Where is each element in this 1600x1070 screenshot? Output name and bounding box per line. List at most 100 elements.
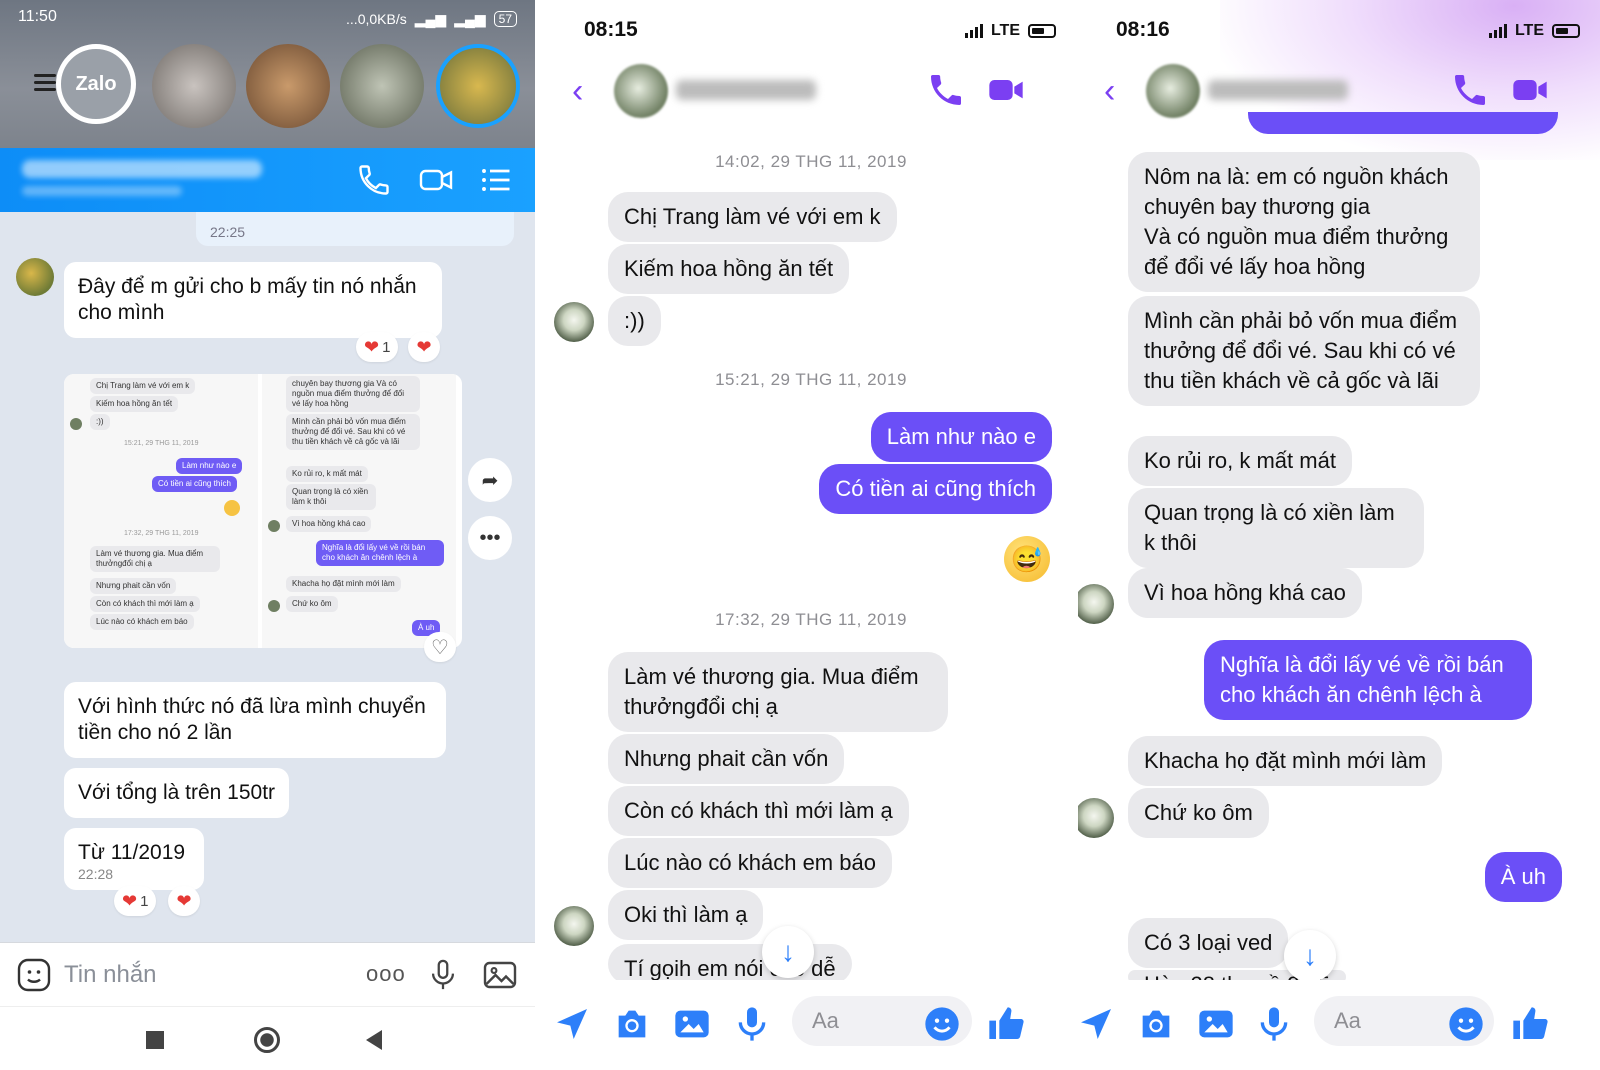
received-message[interactable]: Vì hoa hồng khá cao (1128, 568, 1362, 618)
received-message[interactable]: Ko rủi ro, k mất mát (1128, 436, 1352, 486)
message-bubble-with-time[interactable]: Từ 11/2019 22:28 (64, 828, 204, 890)
status-indicators: LTE (964, 22, 1056, 40)
status-time: 08:15 (584, 18, 638, 41)
emoji-icon[interactable] (922, 1004, 962, 1044)
signal-icon (1488, 24, 1507, 38)
microphone-icon[interactable] (426, 957, 460, 993)
received-message[interactable]: Còn có khách thì mới làm ạ (608, 786, 909, 836)
send-location-icon[interactable] (1078, 1004, 1116, 1044)
received-message[interactable]: Nôm na là: em có nguồn khách chuyên bay … (1128, 152, 1480, 292)
messenger-chat-panel-2: 08:16 LTE ‹ Nôm na là: em có nguồn khách… (1078, 0, 1600, 1070)
back-chevron-icon[interactable]: ‹ (572, 72, 583, 111)
previous-sent-message-edge (1248, 112, 1558, 134)
status-time: 08:16 (1116, 18, 1170, 41)
composer-bar: Aa (546, 980, 1076, 1070)
zalo-top-bar: 11:50 ...0,0KB/s ▂▄▆ ▂▄▆ 57 Zalo (0, 0, 535, 148)
story-avatar[interactable] (246, 44, 330, 128)
received-message[interactable]: Mình cần phải bỏ vốn mua điểm thưởng để … (1128, 296, 1480, 406)
received-message[interactable]: Chị Trang làm vé với em k (608, 192, 897, 242)
more-icon[interactable]: ooo (366, 961, 406, 987)
contact-avatar-small[interactable] (1078, 584, 1114, 624)
received-message[interactable]: Có 3 loại ved (1128, 918, 1289, 968)
story-avatar[interactable] (340, 44, 424, 128)
react-heart-button[interactable]: ❤ (408, 332, 440, 362)
signal-icon: ▂▄▆ (414, 10, 447, 27)
heart-icon: ❤ (176, 890, 192, 911)
message-bubble[interactable]: Với hình thức nó đã lừa mình chuyển tiền… (64, 682, 446, 758)
sent-message[interactable]: Làm như nào e (870, 412, 1052, 462)
send-location-icon[interactable] (552, 1004, 592, 1044)
phone-icon[interactable] (356, 162, 392, 198)
sent-message[interactable]: À uh (1484, 852, 1562, 902)
received-message[interactable]: Oki thì làm ạ (608, 890, 764, 940)
story-avatar[interactable] (152, 44, 236, 128)
sent-message[interactable]: Có tiền ai cũng thích (819, 464, 1052, 514)
scroll-down-arrow-icon[interactable]: ↓ (1284, 930, 1336, 982)
received-message[interactable]: Khacha họ đặt mình mới làm (1128, 736, 1443, 786)
image-attachment-grid[interactable]: Chị Trang làm vé với em k Kiếm hoa hồng … (64, 374, 462, 648)
phone-icon[interactable] (926, 70, 966, 110)
contact-status-redacted (22, 186, 182, 196)
battery-icon (1552, 24, 1580, 38)
camera-icon[interactable] (612, 1004, 652, 1044)
video-call-icon[interactable] (986, 70, 1026, 110)
avatar (268, 520, 280, 532)
react-heart-button[interactable]: ❤ (168, 886, 200, 916)
signal-icon (964, 24, 983, 38)
contact-avatar[interactable] (1146, 64, 1200, 118)
more-options-icon[interactable]: ••• (468, 516, 512, 560)
sent-message[interactable]: Nghĩa là đổi lấy vé về rồi bán cho khách… (1204, 640, 1532, 720)
message-time: 22:28 (78, 866, 114, 882)
video-call-icon[interactable] (418, 162, 454, 198)
message-input[interactable]: Tin nhắn (64, 961, 157, 989)
phone-icon[interactable] (1450, 70, 1490, 110)
list-menu-icon[interactable] (478, 162, 514, 198)
attached-screenshot-2[interactable]: chuyên bay thương gia Và có nguồn mua đi… (262, 374, 456, 648)
message-bubble[interactable]: Với tổng là trên 150tr (64, 768, 290, 818)
received-message[interactable]: Làm vé thương gia. Mua điểm thưởngđổi ch… (608, 652, 948, 732)
received-message[interactable]: Lúc nào có khách em báo (608, 838, 892, 888)
photo-gallery-icon[interactable] (672, 1004, 712, 1044)
image-icon[interactable] (482, 957, 518, 993)
thumbs-up-icon[interactable] (986, 1004, 1026, 1044)
battery-icon: 57 (493, 11, 517, 27)
signal-icon-2: ▂▄▆ (454, 10, 486, 27)
contact-avatar-small[interactable] (554, 302, 594, 342)
home-icon[interactable] (254, 1027, 280, 1053)
photo-gallery-icon[interactable] (1196, 1004, 1236, 1044)
contact-avatar-small[interactable] (554, 906, 594, 946)
back-icon[interactable] (366, 1030, 382, 1050)
thumbs-up-icon[interactable] (1510, 1004, 1550, 1044)
share-icon[interactable]: ➦ (468, 458, 512, 502)
android-nav-bar (0, 1006, 535, 1070)
microphone-icon[interactable] (1254, 1004, 1294, 1044)
message-bubble[interactable]: Đây để m gửi cho b mấy tin nó nhắn cho m… (64, 262, 442, 338)
timestamp: 15:21, 29 THG 11, 2019 (715, 370, 907, 389)
recent-apps-icon[interactable] (146, 1031, 164, 1049)
earlier-message-time: 22:25 (196, 212, 514, 246)
scroll-down-arrow-icon[interactable]: ↓ (762, 926, 814, 978)
video-call-icon[interactable] (1510, 70, 1550, 110)
story-avatar-active[interactable] (436, 44, 520, 128)
back-chevron-icon[interactable]: ‹ (1104, 72, 1115, 111)
reaction-badge[interactable]: ❤ 1 (114, 886, 157, 916)
received-message[interactable]: :)) (608, 296, 661, 346)
sticker-icon[interactable] (16, 957, 52, 993)
received-message[interactable]: Tí gọih em nói cho dễ (608, 944, 852, 984)
received-message[interactable]: Quan trọng là có xiền làm k thôi (1128, 488, 1424, 568)
camera-icon[interactable] (1136, 1004, 1176, 1044)
microphone-icon[interactable] (732, 1004, 772, 1044)
received-message[interactable]: Chứ ko ôm (1128, 788, 1269, 838)
contact-avatar[interactable] (614, 64, 668, 118)
sender-avatar[interactable] (16, 258, 54, 296)
received-message[interactable]: Nhưng phait cần vốn (608, 734, 845, 784)
reaction-badge[interactable]: ❤ 1 (356, 332, 399, 362)
react-heart-button[interactable]: ♡ (424, 632, 456, 662)
received-message[interactable]: Kiếm hoa hồng ăn tết (608, 244, 850, 294)
timestamp: 17:32, 29 THG 11, 2019 (715, 610, 907, 629)
screenshot-collage: 11:50 ...0,0KB/s ▂▄▆ ▂▄▆ 57 Zalo 22:25 Đ… (0, 0, 1600, 1070)
menu-icon[interactable] (34, 70, 56, 95)
emoji-icon[interactable] (1446, 1004, 1486, 1044)
attached-screenshot-1[interactable]: Chị Trang làm vé với em k Kiếm hoa hồng … (64, 374, 258, 648)
contact-avatar-small[interactable] (1078, 798, 1114, 838)
